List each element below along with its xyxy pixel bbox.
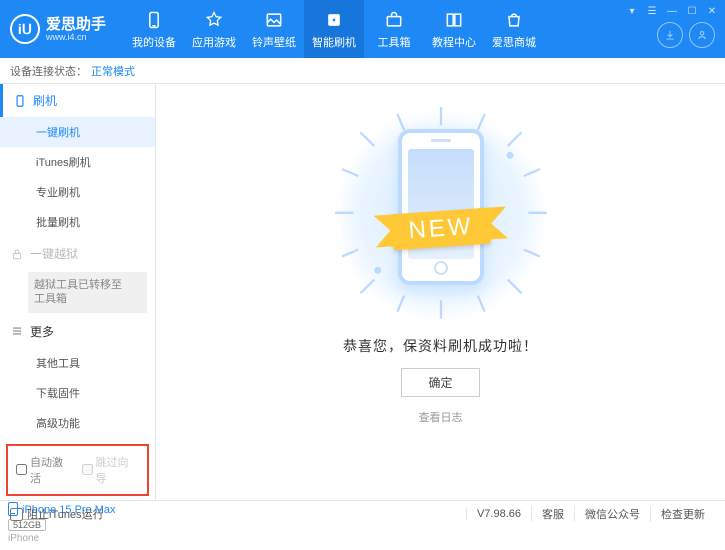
sidebar-item-firmware[interactable]: 下载固件	[0, 378, 155, 408]
status-value: 正常模式	[91, 63, 135, 79]
device-block[interactable]: iPhone 15 Pro Max 512GB iPhone	[0, 496, 155, 550]
tray-icon[interactable]: ☰	[645, 4, 659, 18]
sidebar-item-batch[interactable]: 批量刷机	[0, 207, 155, 237]
ok-button[interactable]: 确定	[401, 368, 479, 397]
nav-tools[interactable]: 工具箱	[364, 0, 424, 58]
phone-outline-icon	[13, 94, 27, 108]
shop-icon	[503, 9, 525, 31]
book-icon	[443, 9, 465, 31]
close-icon[interactable]: ✕	[705, 4, 719, 18]
download-button[interactable]	[657, 22, 683, 48]
device-phone-icon	[8, 502, 18, 516]
sidebar-item-other[interactable]: 其他工具	[0, 348, 155, 378]
nav-tutorials[interactable]: 教程中心	[424, 0, 484, 58]
view-log-link[interactable]: 查看日志	[419, 409, 463, 425]
phone-illustration	[398, 129, 484, 285]
header: iᑌ 爱思助手 www.i4.cn 我的设备 应用游戏 铃声壁纸 智能刷机 工具…	[0, 0, 725, 58]
app-url: www.i4.cn	[46, 32, 106, 42]
app-title: 爱思助手	[46, 17, 106, 32]
top-nav: 我的设备 应用游戏 铃声壁纸 智能刷机 工具箱 教程中心 爱思商城	[124, 0, 544, 58]
flash-icon	[323, 9, 345, 31]
success-message: 恭喜您，保资料刷机成功啦！	[343, 336, 538, 356]
update-link[interactable]: 检查更新	[650, 506, 715, 522]
content: NEW 恭喜您，保资料刷机成功啦！ 确定 查看日志	[156, 84, 725, 500]
device-type: iPhone	[8, 533, 147, 544]
lock-icon	[10, 247, 24, 261]
nav-flash[interactable]: 智能刷机	[304, 0, 364, 58]
device-icon	[143, 9, 165, 31]
status-label: 设备连接状态：	[10, 63, 87, 79]
apps-icon	[203, 9, 225, 31]
sidebar-section-more[interactable]: 更多	[0, 315, 155, 348]
sidebar-item-oneclick[interactable]: 一键刷机	[0, 117, 155, 147]
block-itunes-checkbox[interactable]: 阻止iTunes运行	[10, 506, 104, 522]
menu-icon[interactable]: ▾	[625, 4, 639, 18]
status-bar: 设备连接状态： 正常模式	[0, 58, 725, 84]
sidebar-checks: 自动激活 跳过向导	[6, 444, 149, 496]
nav-apps[interactable]: 应用游戏	[184, 0, 244, 58]
logo: iᑌ 爱思助手 www.i4.cn	[10, 14, 124, 44]
toolbox-icon	[383, 9, 405, 31]
new-ribbon: NEW	[391, 207, 490, 250]
user-button[interactable]	[689, 22, 715, 48]
nav-ringtones[interactable]: 铃声壁纸	[244, 0, 304, 58]
sidebar: 刷机 一键刷机 iTunes刷机 专业刷机 批量刷机 一键越狱 越狱工具已转移至…	[0, 84, 156, 500]
sidebar-item-itunes[interactable]: iTunes刷机	[0, 147, 155, 177]
sidebar-section-jailbreak: 一键越狱	[0, 237, 155, 270]
illustration: NEW	[321, 110, 561, 330]
image-icon	[263, 9, 285, 31]
sidebar-item-pro[interactable]: 专业刷机	[0, 177, 155, 207]
logo-icon: iᑌ	[10, 14, 40, 44]
sidebar-item-advanced[interactable]: 高级功能	[0, 408, 155, 438]
menu-lines-icon	[10, 324, 24, 338]
service-link[interactable]: 客服	[531, 506, 574, 522]
maximize-icon[interactable]: ☐	[685, 4, 699, 18]
sidebar-jailbreak-note: 越狱工具已转移至 工具箱	[28, 272, 147, 313]
sidebar-section-flash[interactable]: 刷机	[0, 84, 155, 117]
version-label: V7.98.66	[466, 508, 531, 520]
wechat-link[interactable]: 微信公众号	[574, 506, 650, 522]
nav-my-device[interactable]: 我的设备	[124, 0, 184, 58]
check-skip-guide[interactable]: 跳过向导	[82, 454, 140, 486]
nav-shop[interactable]: 爱思商城	[484, 0, 544, 58]
check-auto-activate[interactable]: 自动激活	[16, 454, 74, 486]
minimize-icon[interactable]: —	[665, 4, 679, 18]
